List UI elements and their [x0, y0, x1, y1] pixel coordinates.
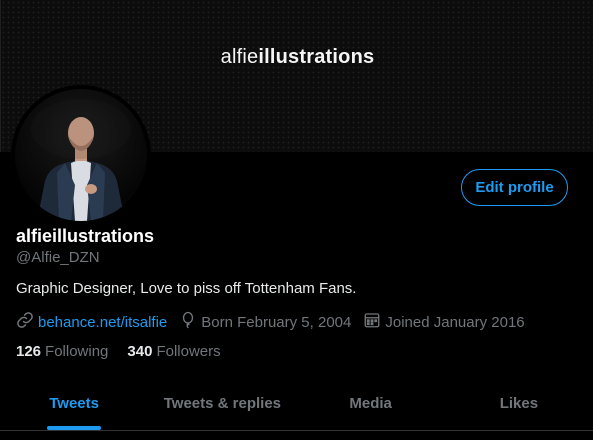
website-link[interactable]: behance.net/itsalfie [38, 314, 167, 331]
birthday-text: Born February 5, 2004 [201, 313, 352, 331]
tab-label: Tweets [49, 394, 99, 412]
followers-count: 340 [127, 343, 153, 360]
tab-label: Media [349, 394, 392, 412]
tab-media[interactable]: Media [297, 376, 445, 430]
profile-meta: behance.net/itsalfie Born February 5, 20… [16, 311, 537, 333]
user-handle: @Alfie_DZN [16, 249, 100, 266]
avatar-photo [15, 89, 147, 221]
joined-item: Joined January 2016 [363, 311, 525, 333]
banner-title-light: alfie [220, 46, 259, 68]
profile-page: alfieillustrations Edit profile alfieill… [0, 0, 593, 440]
active-tab-indicator [47, 426, 102, 430]
profile-tabs: Tweets Tweets & replies Media Likes [0, 376, 593, 431]
followers-label: Followers [156, 343, 221, 360]
tab-tweets[interactable]: Tweets [0, 376, 148, 430]
avatar[interactable] [11, 85, 151, 225]
profile-bio: Graphic Designer, Love to piss off Totte… [16, 280, 357, 297]
profile-stats: 126 Following 340 Followers [16, 343, 240, 360]
link-icon [16, 311, 38, 333]
website-item: behance.net/itsalfie [16, 311, 167, 333]
tab-likes[interactable]: Likes [445, 376, 593, 430]
birthday-item: Born February 5, 2004 [179, 311, 351, 333]
balloon-icon [179, 311, 201, 333]
banner-title-bold: illustrations [258, 46, 375, 68]
calendar-icon [363, 311, 385, 333]
display-name: alfieillustrations [16, 226, 155, 246]
banner-title: alfieillustrations [1, 46, 593, 69]
following-count: 126 [16, 343, 42, 360]
tab-label: Tweets & replies [163, 394, 282, 412]
followers-stat[interactable]: 340 Followers [127, 343, 220, 360]
tab-label: Likes [499, 394, 539, 412]
edit-profile-button[interactable]: Edit profile [461, 169, 568, 206]
following-stat[interactable]: 126 Following [16, 343, 108, 360]
following-label: Following [45, 343, 109, 360]
tab-tweets-replies[interactable]: Tweets & replies [148, 376, 296, 430]
joined-text: Joined January 2016 [385, 313, 525, 331]
avatar-person-image [31, 99, 131, 221]
